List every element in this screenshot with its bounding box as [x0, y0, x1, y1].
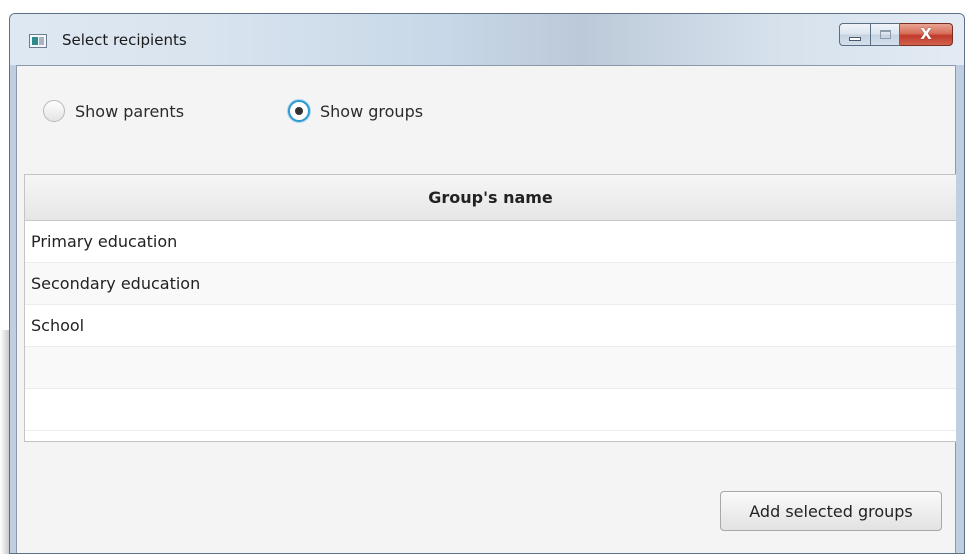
column-header-group-name[interactable]: Group's name [25, 175, 956, 221]
groups-table: Group's name Primary education Secondary… [24, 174, 956, 442]
title-bar[interactable]: Select recipients X [10, 14, 964, 65]
minimize-button[interactable] [839, 23, 870, 46]
table-row[interactable]: School [25, 305, 956, 347]
add-selected-groups-button[interactable]: Add selected groups [720, 491, 942, 531]
radio-selected-icon [288, 100, 310, 122]
maximize-button[interactable] [870, 23, 900, 46]
dialog-content: Show parents Show groups Group's name Pr… [16, 65, 956, 553]
caption-buttons: X [839, 23, 953, 46]
show-parents-radio[interactable]: Show parents [43, 100, 184, 122]
close-button[interactable]: X [900, 23, 953, 46]
table-row[interactable]: Secondary education [25, 263, 956, 305]
close-icon: X [920, 25, 932, 43]
table-row-empty [25, 389, 956, 431]
minimize-icon [849, 36, 861, 41]
maximize-icon [879, 30, 891, 39]
window-app-icon [29, 34, 47, 48]
recipient-type-selector: Show parents Show groups [17, 100, 955, 126]
show-groups-label: Show groups [320, 101, 424, 121]
radio-unselected-icon [43, 100, 65, 122]
dialog-window: Select recipients X Show parents Show gr… [9, 13, 965, 554]
background-edge [0, 330, 9, 554]
table-row-empty [25, 347, 956, 389]
show-parents-label: Show parents [75, 101, 185, 121]
show-groups-radio[interactable]: Show groups [288, 100, 423, 122]
table-row[interactable]: Primary education [25, 221, 956, 263]
window-title: Select recipients [62, 31, 187, 49]
